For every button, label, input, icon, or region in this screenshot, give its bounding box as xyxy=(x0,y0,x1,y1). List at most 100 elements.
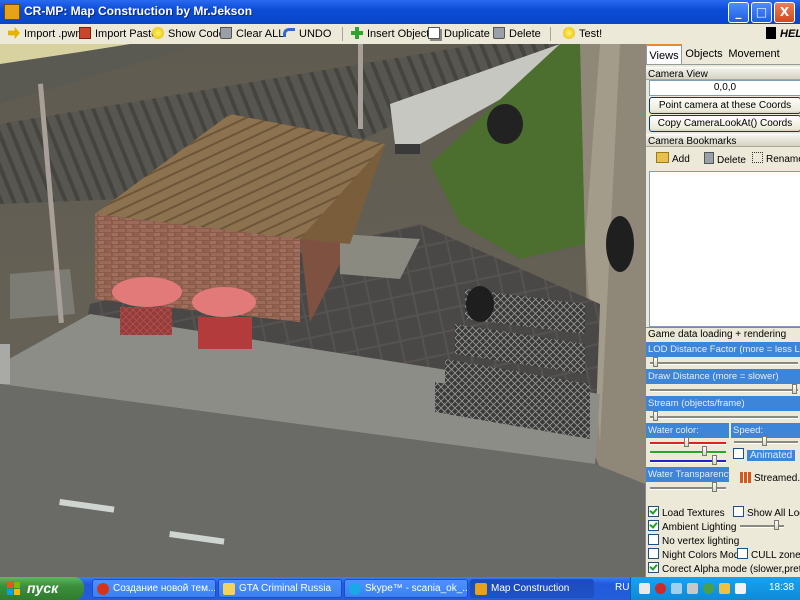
task-gta-label: GTA Criminal Russia xyxy=(239,583,332,594)
camera-view-header: Camera View xyxy=(646,67,800,80)
language-indicator[interactable]: RU xyxy=(615,582,629,593)
screen: CR-MP: Map Construction by Mr.Jekson _ □… xyxy=(0,0,800,600)
stream-slider[interactable] xyxy=(650,416,798,419)
tab-objects[interactable]: Objects xyxy=(684,46,724,63)
test-button[interactable]: Test! xyxy=(563,26,602,42)
water-color-label: Water color: xyxy=(646,423,729,438)
folder-icon xyxy=(223,583,235,595)
task-gta-criminal-russia[interactable]: GTA Criminal Russia xyxy=(218,579,342,598)
sound-icon[interactable] xyxy=(687,583,698,594)
undo-button[interactable]: UNDO xyxy=(283,26,331,42)
trash-icon xyxy=(493,27,505,39)
help-button[interactable]: HELP xyxy=(766,26,800,42)
tray-opera-icon[interactable] xyxy=(655,583,666,594)
task-forum[interactable]: Создание новой тем... xyxy=(92,579,216,598)
camera-coords-field[interactable]: 0,0,0 xyxy=(649,80,800,96)
clear-all-label: Clear ALL xyxy=(236,28,285,40)
water-blue-thumb[interactable] xyxy=(712,455,717,465)
copy-camera-lookat-button[interactable]: Copy CameraLookAt() Coords xyxy=(649,115,800,132)
cull-zones-box[interactable] xyxy=(737,548,748,559)
bookmark-delete-button[interactable]: Delete xyxy=(704,152,746,168)
bookmarks-list[interactable] xyxy=(649,171,800,327)
cull-zones-checkbox[interactable]: CULL zones xyxy=(737,548,800,562)
task-map-construction[interactable]: Map Construction xyxy=(470,579,594,598)
clear-all-button[interactable]: Clear ALL xyxy=(220,26,284,42)
water-transparency-thumb[interactable] xyxy=(712,482,717,492)
bookmark-delete-label: Delete xyxy=(717,155,746,166)
lod-distance-thumb[interactable] xyxy=(653,357,658,367)
water-red-thumb[interactable] xyxy=(684,437,689,447)
3d-viewport[interactable] xyxy=(0,44,645,577)
trash-icon xyxy=(704,152,714,164)
draw-distance-thumb[interactable] xyxy=(792,384,797,394)
import-pwn-button[interactable]: Import .pwn xyxy=(8,26,81,42)
draw-distance-label: Draw Distance (more = slower) xyxy=(646,369,800,384)
import-paste-label: Import Paste xyxy=(95,28,158,40)
undo-label: UNDO xyxy=(299,28,332,40)
delete-button[interactable]: Delete xyxy=(493,26,541,42)
duplicate-label: Duplicate xyxy=(444,28,490,40)
clock[interactable]: 18:38 xyxy=(769,582,794,593)
minimize-button[interactable]: _ xyxy=(728,2,749,23)
alpha-mode-checkbox[interactable]: Corect Alpha mode (slower,prettier) xyxy=(648,562,800,576)
stream-label: Stream (objects/frame) xyxy=(646,396,800,411)
app-icon xyxy=(475,583,487,595)
tray-app-icon[interactable] xyxy=(639,583,650,594)
task-skype-label: Skype™ - scania_ok_... xyxy=(365,583,468,594)
skype-tray-icon[interactable] xyxy=(703,583,714,594)
no-vertex-lighting-box[interactable] xyxy=(648,534,659,545)
window-title: CR-MP: Map Construction by Mr.Jekson xyxy=(24,4,253,18)
night-colors-box[interactable] xyxy=(648,548,659,559)
close-button[interactable]: X xyxy=(774,2,795,23)
import-paste-button[interactable]: Import Paste xyxy=(79,26,157,42)
tab-views[interactable]: Views xyxy=(646,44,682,64)
night-colors-checkbox[interactable]: Night Colors Mode xyxy=(648,548,745,562)
animated-checkbox[interactable]: Animated xyxy=(733,448,796,462)
render-options: Game data loading + rendering options LO… xyxy=(646,327,800,577)
insert-object-label: Insert Object xyxy=(367,28,430,40)
title-bar[interactable]: CR-MP: Map Construction by Mr.Jekson _ □… xyxy=(0,0,800,24)
alpha-mode-label: Corect Alpha mode (slower,prettier) xyxy=(662,564,800,575)
rename-icon xyxy=(752,152,763,163)
ambient-lighting-label: Ambient Lighting xyxy=(662,522,737,533)
paste-icon xyxy=(79,27,91,39)
windows-logo-icon xyxy=(7,582,20,595)
tray-misc-icon[interactable] xyxy=(719,583,730,594)
task-map-label: Map Construction xyxy=(491,583,570,594)
no-vertex-lighting-checkbox[interactable]: No vertex lighting xyxy=(648,534,739,548)
start-button[interactable]: пуск xyxy=(0,577,84,600)
show-all-lods-checkbox[interactable]: Show All Lods xyxy=(733,506,800,520)
ambient-thumb[interactable] xyxy=(774,520,779,530)
night-colors-label: Night Colors Mode xyxy=(662,550,745,561)
water-green-slider[interactable] xyxy=(650,451,726,454)
tab-movement[interactable]: Movement xyxy=(728,46,780,63)
lod-distance-label: LOD Distance Factor (more = less LODs) xyxy=(646,342,800,357)
draw-distance-slider[interactable] xyxy=(650,389,798,392)
toolbar-separator xyxy=(342,27,343,41)
bookmark-rename-button[interactable]: Rename xyxy=(752,152,800,167)
network-icon[interactable] xyxy=(671,583,682,594)
animated-box[interactable] xyxy=(733,448,744,459)
help-icon xyxy=(766,27,776,39)
load-textures-checkbox[interactable]: Load Textures xyxy=(648,506,725,520)
stream-thumb[interactable] xyxy=(653,411,658,421)
test-label: Test! xyxy=(579,28,603,40)
show-all-lods-box[interactable] xyxy=(733,506,744,517)
load-textures-box[interactable] xyxy=(648,506,659,517)
water-green-thumb[interactable] xyxy=(702,446,707,456)
ambient-lighting-checkbox[interactable]: Ambient Lighting xyxy=(648,520,737,534)
lod-distance-slider[interactable] xyxy=(650,362,798,365)
show-code-button[interactable]: Show Code xyxy=(152,26,225,42)
grid-icon xyxy=(740,472,751,483)
duplicate-button[interactable]: Duplicate xyxy=(428,26,490,42)
maximize-button[interactable]: □ xyxy=(751,2,772,23)
ambient-lighting-box[interactable] xyxy=(648,520,659,531)
task-skype[interactable]: Skype™ - scania_ok_... xyxy=(344,579,468,598)
alpha-mode-box[interactable] xyxy=(648,562,659,573)
speed-thumb[interactable] xyxy=(762,436,767,446)
tray-extra-icon[interactable] xyxy=(735,583,746,594)
insert-object-button[interactable]: Insert Object xyxy=(351,26,429,42)
streamed-button[interactable]: Streamed.. xyxy=(740,472,800,486)
bookmark-add-button[interactable]: Add xyxy=(656,152,690,167)
point-camera-button[interactable]: Point camera at these Coords xyxy=(649,97,800,114)
